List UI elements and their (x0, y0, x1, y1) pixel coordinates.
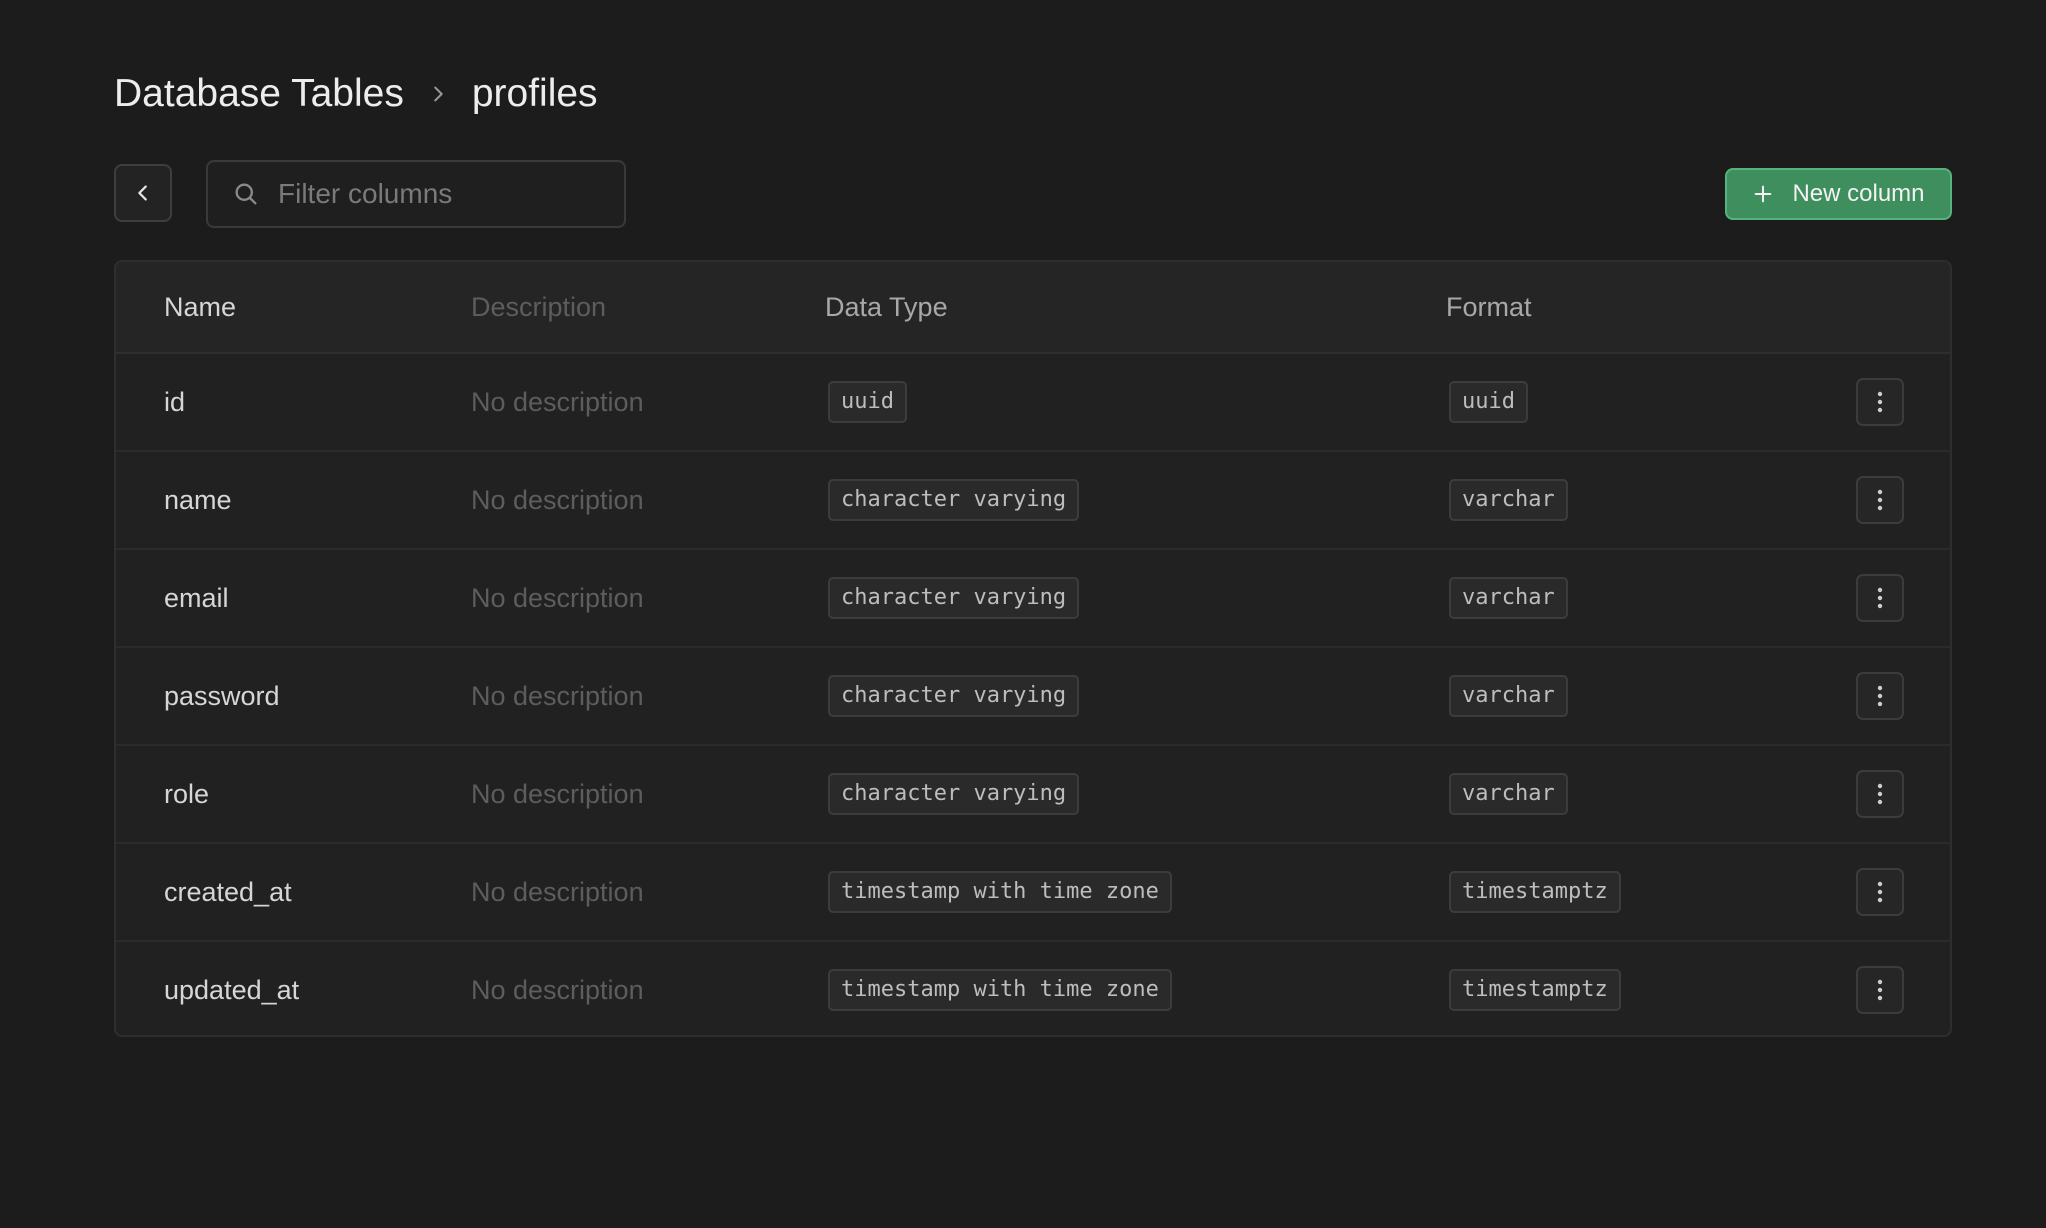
filter-columns-input[interactable] (276, 177, 600, 211)
more-vertical-icon (1877, 881, 1883, 903)
more-vertical-icon (1877, 489, 1883, 511)
header-name: Name (164, 292, 237, 322)
column-format: uuid (1449, 354, 1528, 450)
table-header: Name Description Data Type Format (116, 262, 1950, 354)
column-data-type: character varying (828, 648, 1080, 744)
column-description: No description (471, 778, 644, 809)
column-name: name (164, 484, 232, 515)
column-data-type: character varying (828, 550, 1080, 646)
format-badge: varchar (1449, 773, 1568, 815)
format-badge: timestamptz (1449, 871, 1621, 913)
table-row: created_at No description timestamp with… (116, 844, 1950, 942)
column-description: No description (471, 680, 644, 711)
column-description: No description (471, 876, 644, 907)
row-actions (1856, 452, 1904, 548)
column-name: id (164, 386, 186, 417)
format-badge: varchar (1449, 675, 1568, 717)
column-data-type: uuid (828, 354, 907, 450)
table-row: password No description character varyin… (116, 648, 1950, 746)
more-vertical-icon (1877, 587, 1883, 609)
row-menu-button[interactable] (1856, 770, 1904, 818)
column-name: password (164, 680, 280, 711)
column-data-type: timestamp with time zone (828, 844, 1172, 940)
format-badge: uuid (1449, 381, 1528, 423)
column-format: timestamptz (1449, 942, 1621, 1035)
column-name: email (164, 582, 229, 613)
row-menu-button[interactable] (1856, 868, 1904, 916)
data-type-badge: character varying (828, 675, 1080, 717)
column-data-type: timestamp with time zone (828, 942, 1172, 1035)
column-format: varchar (1449, 746, 1568, 842)
column-data-type: character varying (828, 746, 1080, 842)
search-icon (232, 180, 260, 208)
column-name: role (164, 778, 210, 809)
column-description: No description (471, 484, 644, 515)
table-row: email No description character varying v… (116, 550, 1950, 648)
table-body: id No description uuid uuid name No desc… (116, 354, 1950, 1035)
row-actions (1856, 354, 1904, 450)
column-format: timestamptz (1449, 844, 1621, 940)
breadcrumb: Database Tables profiles (114, 66, 598, 122)
column-name: updated_at (164, 974, 300, 1005)
format-badge: varchar (1449, 479, 1568, 521)
row-actions (1856, 844, 1904, 940)
columns-table: Name Description Data Type Format id No … (114, 260, 1952, 1037)
breadcrumb-root[interactable]: Database Tables (114, 72, 404, 116)
row-actions (1856, 550, 1904, 646)
more-vertical-icon (1877, 783, 1883, 805)
row-menu-button[interactable] (1856, 966, 1904, 1014)
data-type-badge: uuid (828, 381, 907, 423)
data-type-badge: character varying (828, 773, 1080, 815)
column-data-type: character varying (828, 452, 1080, 548)
header-format: Format (1446, 292, 1532, 322)
data-type-badge: character varying (828, 479, 1080, 521)
table-row: role No description character varying va… (116, 746, 1950, 844)
plus-icon (1752, 183, 1774, 205)
row-actions (1856, 942, 1904, 1035)
chevron-right-icon (421, 83, 455, 105)
row-actions (1856, 746, 1904, 842)
data-type-badge: timestamp with time zone (828, 871, 1172, 913)
column-description: No description (471, 582, 644, 613)
chevron-left-icon (132, 182, 154, 204)
row-menu-button[interactable] (1856, 672, 1904, 720)
table-row: updated_at No description timestamp with… (116, 942, 1950, 1035)
data-type-badge: character varying (828, 577, 1080, 619)
back-button[interactable] (114, 164, 172, 222)
format-badge: varchar (1449, 577, 1568, 619)
column-format: varchar (1449, 648, 1568, 744)
column-format: varchar (1449, 550, 1568, 646)
header-description: Description (471, 292, 607, 322)
more-vertical-icon (1877, 391, 1883, 413)
row-actions (1856, 648, 1904, 744)
more-vertical-icon (1877, 979, 1883, 1001)
data-type-badge: timestamp with time zone (828, 969, 1172, 1011)
breadcrumb-current: profiles (471, 72, 598, 115)
row-menu-button[interactable] (1856, 378, 1904, 426)
new-column-label: New column (1792, 180, 1925, 207)
column-description: No description (471, 386, 644, 417)
table-row: id No description uuid uuid (116, 354, 1950, 452)
new-column-button[interactable]: New column (1725, 168, 1952, 220)
column-format: varchar (1449, 452, 1568, 548)
row-menu-button[interactable] (1856, 476, 1904, 524)
more-vertical-icon (1877, 685, 1883, 707)
column-description: No description (471, 974, 644, 1005)
filter-columns-search[interactable] (206, 160, 626, 228)
table-columns-page: Database Tables profiles New column Name… (0, 0, 2046, 1228)
row-menu-button[interactable] (1856, 574, 1904, 622)
header-data-type: Data Type (825, 292, 948, 322)
column-name: created_at (164, 876, 292, 907)
table-row: name No description character varying va… (116, 452, 1950, 550)
format-badge: timestamptz (1449, 969, 1621, 1011)
